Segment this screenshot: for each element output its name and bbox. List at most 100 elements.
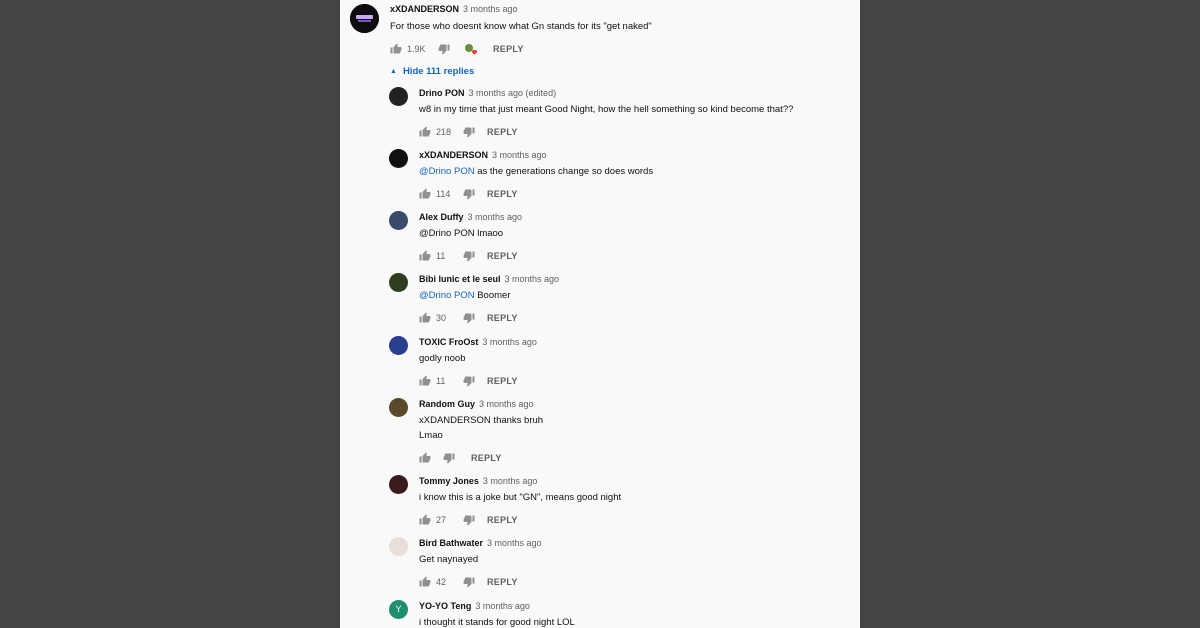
reply-author[interactable]: Random Guy	[419, 399, 475, 409]
like-button[interactable]	[419, 514, 431, 526]
reply-text: w8 in my time that just meant Good Night…	[419, 102, 793, 117]
like-button[interactable]	[419, 375, 431, 387]
reply-author[interactable]: xXDANDERSON	[419, 150, 488, 160]
like-button[interactable]	[419, 250, 431, 262]
avatar[interactable]	[389, 211, 408, 230]
reply-author[interactable]: YO-YO Teng	[419, 601, 471, 611]
reply-text: Lmao	[419, 428, 443, 443]
comment-header: xXDANDERSON 3 months ago	[390, 4, 518, 14]
reply-button[interactable]: REPLY	[487, 313, 518, 323]
avatar[interactable]	[389, 87, 408, 106]
reply-comment: Random Guy 3 months ago xXDANDERSON thanks…	[340, 397, 860, 464]
dislike-button[interactable]	[463, 188, 475, 200]
avatar[interactable]	[389, 149, 408, 168]
reply-header: Bird Bathwater 3 months ago	[419, 538, 542, 548]
reply-author[interactable]: Bird Bathwater	[419, 538, 483, 548]
comment-text: For those who doesnt know what Gn stands…	[390, 21, 652, 32]
avatar[interactable]	[389, 537, 408, 556]
reply-comment: Y YO-YO Teng 3 months ago i thought it stan…	[340, 599, 860, 628]
reply-time[interactable]: 3 months ago	[482, 337, 537, 347]
thumbs-up-icon	[419, 514, 431, 525]
like-button[interactable]	[419, 188, 431, 200]
like-count: 42	[436, 577, 447, 587]
thumbs-up-icon	[419, 452, 431, 463]
reply-author[interactable]: Alex Duffy	[419, 212, 464, 222]
reply-time[interactable]: 3 months ago	[468, 212, 523, 222]
caret-up-icon: ▲	[390, 68, 397, 75]
reply-comment: Bibi lunic et le seul 3 months ago @Drino …	[340, 272, 860, 332]
comment-author[interactable]: xXDANDERSON	[390, 4, 459, 14]
reply-header: Bibi lunic et le seul 3 months ago	[419, 274, 559, 284]
reply-button[interactable]: REPLY	[487, 515, 518, 525]
reply-comment: xXDANDERSON 3 months ago @Drino PON as the…	[340, 148, 860, 208]
reply-comment: Bird Bathwater 3 months ago Get naynayed 42…	[340, 536, 860, 596]
reply-actions: REPLY	[419, 452, 619, 466]
reply-text-line: Lmao	[419, 430, 443, 441]
reply-author[interactable]: TOXIC FroOst	[419, 337, 478, 347]
reply-author[interactable]: Tommy Jones	[419, 476, 479, 486]
reply-time[interactable]: 3 months ago	[492, 150, 547, 160]
avatar-logo-icon	[350, 4, 379, 33]
reply-time[interactable]: 3 months ago (edited)	[469, 88, 557, 98]
avatar[interactable]: Y	[389, 600, 408, 619]
reply-time[interactable]: 3 months ago	[479, 399, 534, 409]
dislike-button[interactable]	[463, 312, 475, 324]
reply-time[interactable]: 3 months ago	[487, 538, 542, 548]
dislike-button[interactable]	[463, 126, 475, 138]
like-count: 218	[436, 127, 452, 137]
avatar[interactable]	[389, 475, 408, 494]
dislike-button[interactable]	[463, 375, 475, 387]
like-button[interactable]	[419, 126, 431, 138]
reply-text-line: xXDANDERSON thanks bruh	[419, 415, 544, 426]
avatar[interactable]	[389, 273, 408, 292]
reply-button[interactable]: REPLY	[487, 251, 518, 261]
dislike-button[interactable]	[443, 452, 455, 464]
reply-header: xXDANDERSON 3 months ago	[419, 150, 547, 160]
reply-button[interactable]: REPLY	[471, 453, 502, 463]
reply-author[interactable]: Drino PON	[419, 88, 465, 98]
thumbs-down-icon	[463, 189, 475, 200]
mention-link[interactable]: @Drino PON	[419, 290, 475, 301]
reply-time[interactable]: 3 months ago	[505, 274, 560, 284]
like-button[interactable]	[419, 452, 431, 464]
thumbs-down-icon	[463, 515, 475, 526]
creator-heart-icon	[464, 43, 478, 57]
reply-actions: 11 REPLY	[419, 375, 619, 389]
reply-button[interactable]: REPLY	[487, 376, 518, 386]
reply-button[interactable]: REPLY	[493, 44, 524, 54]
avatar[interactable]	[350, 4, 379, 33]
reply-header: TOXIC FroOst 3 months ago	[419, 337, 537, 347]
hide-replies-toggle[interactable]: ▲ Hide 111 replies	[390, 66, 474, 77]
like-button[interactable]	[419, 576, 431, 588]
reply-button[interactable]: REPLY	[487, 189, 518, 199]
reply-actions: 27 REPLY	[419, 514, 619, 528]
reply-button[interactable]: REPLY	[487, 577, 518, 587]
reply-author[interactable]: Bibi lunic et le seul	[419, 274, 501, 284]
mention-link[interactable]: @Drino PON	[419, 166, 475, 177]
reply-time[interactable]: 3 months ago	[475, 601, 530, 611]
reply-text: i thought it stands for good night LOL	[419, 615, 575, 628]
reply-button[interactable]: REPLY	[487, 127, 518, 137]
reply-actions: 218 REPLY	[419, 126, 619, 140]
avatar[interactable]	[389, 336, 408, 355]
dislike-button[interactable]	[463, 514, 475, 526]
thumbs-down-icon	[438, 44, 450, 55]
like-button[interactable]	[419, 312, 431, 324]
top-comment: xXDANDERSON 3 months ago For those who do…	[340, 0, 860, 62]
avatar[interactable]	[389, 398, 408, 417]
reply-text-line: w8 in my time that just meant Good Night…	[419, 104, 794, 115]
reply-header: Alex Duffy 3 months ago	[419, 212, 522, 222]
dislike-button[interactable]	[463, 250, 475, 262]
reply-text: @Drino PON lmaoo	[419, 226, 503, 241]
reply-text: Get naynayed	[419, 552, 478, 567]
like-count: 30	[436, 313, 447, 323]
comment-time[interactable]: 3 months ago	[463, 4, 518, 14]
reply-time[interactable]: 3 months ago	[483, 476, 538, 486]
thumbs-down-icon	[463, 127, 475, 138]
dislike-button[interactable]	[463, 576, 475, 588]
like-button[interactable]	[390, 43, 402, 55]
dislike-button[interactable]	[438, 43, 450, 55]
thumbs-up-icon	[419, 312, 431, 323]
reply-comment: Alex Duffy 3 months ago @Drino PON lmaoo 11…	[340, 210, 860, 270]
thumbs-down-icon	[463, 251, 475, 262]
